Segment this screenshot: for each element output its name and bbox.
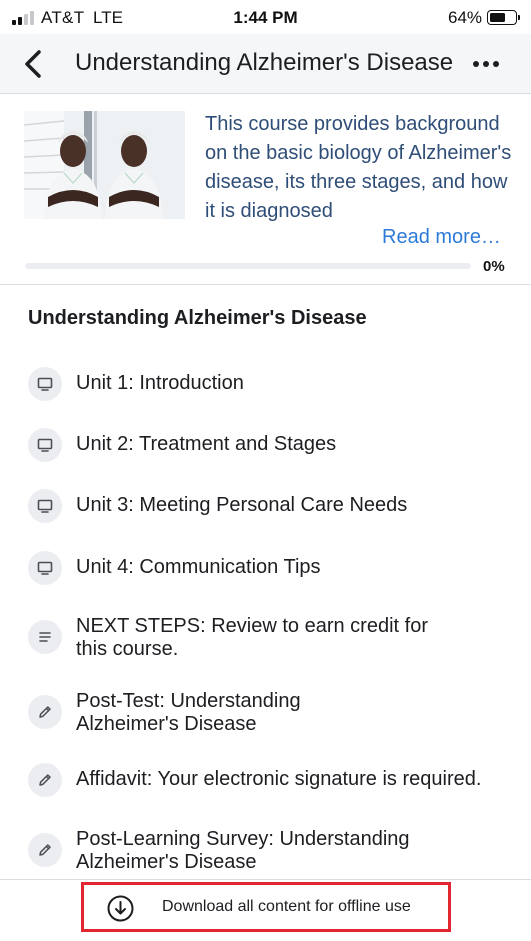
monitor-icon [28,551,62,585]
battery-percent: 64% [448,8,483,27]
list-item[interactable]: Post-Test: Understanding Alzheimer's Dis… [0,689,531,737]
list-item-label: NEXT STEPS: Review to earn credit for th… [76,615,428,660]
status-bar: AT&T LTE 1:44 PM 64% [0,0,531,34]
list-item[interactable]: Post-Learning Survey: Understanding Alzh… [0,827,531,875]
list-item-label: Affidavit: Your electronic signature is … [76,768,482,790]
back-button[interactable] [16,46,52,82]
monitor-icon [28,489,62,523]
list-item[interactable]: Affidavit: Your electronic signature is … [0,763,531,799]
list-item[interactable]: Unit 4: Communication Tips [0,551,531,587]
page-title: Understanding Alzheimer's Disease [75,49,454,76]
chevron-left-icon [25,50,41,78]
download-all-button[interactable]: Download all content for offline use [81,882,451,932]
read-more-link[interactable]: Read more… [382,226,501,249]
battery-icon [487,10,517,25]
pencil-icon [28,833,62,867]
text-lines-icon [28,620,62,654]
battery-level [490,13,505,22]
list-item-label: Unit 1: Introduction [76,372,244,394]
list-item-label: Unit 3: Meeting Personal Care Needs [76,494,408,516]
battery-tip [518,15,520,20]
course-header: This course provides background on the b… [0,95,531,285]
download-circle-icon [107,895,134,922]
more-options-button[interactable] [466,47,506,81]
more-horizontal-icon [473,61,499,67]
pencil-icon [28,695,62,729]
list-item[interactable]: NEXT STEPS: Review to earn credit for th… [0,614,531,662]
footer-bar: Download all content for offline use [0,879,531,941]
monitor-icon [28,428,62,462]
download-label: Download all content for offline use [162,898,411,915]
list-item[interactable]: Unit 2: Treatment and Stages [0,428,531,464]
course-description: This course provides background on the b… [205,113,512,222]
list-item-label: Unit 4: Communication Tips [76,556,321,578]
monitor-icon [28,367,62,401]
list-item-label: Post-Test: Understanding Alzheimer's Dis… [76,690,301,735]
list-item[interactable]: Unit 1: Introduction [0,367,531,403]
navigation-bar: Understanding Alzheimer's Disease [0,34,531,94]
section-title: Understanding Alzheimer's Disease [28,307,367,329]
pencil-icon [28,763,62,797]
list-item-label: Unit 2: Treatment and Stages [76,433,337,455]
course-thumbnail [24,111,185,219]
progress-bar [25,263,471,269]
progress-percent: 0% [483,258,505,275]
list-item-label: Post-Learning Survey: Understanding Alzh… [76,828,410,873]
list-item[interactable]: Unit 3: Meeting Personal Care Needs [0,489,531,525]
